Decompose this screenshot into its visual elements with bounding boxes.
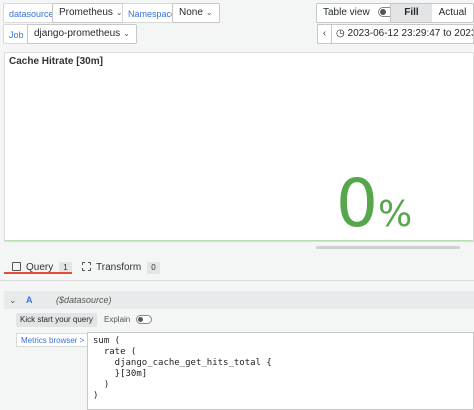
toggle-switch-icon xyxy=(136,315,153,325)
chevron-down-icon: ⌄ xyxy=(205,8,213,17)
query-ref-id: A xyxy=(26,295,33,305)
tab-transform-count: 0 xyxy=(147,262,160,274)
metrics-browser-button[interactable]: Metrics browser > xyxy=(16,333,90,347)
panel-resize-scrollbar[interactable] xyxy=(316,246,460,249)
stat-number: 0 xyxy=(336,165,378,242)
datasource-select[interactable]: Prometheus ⌄ xyxy=(52,3,130,23)
panel-title: Cache Hitrate [30m] xyxy=(9,56,103,67)
variable-label-job: Job xyxy=(3,24,30,44)
chevron-down-icon: ⌄ xyxy=(123,29,130,38)
fill-actual-segmented: Fill Actual xyxy=(390,3,474,23)
variables-bar: datasource Prometheus ⌄ Namespace None ⌄ J… xyxy=(0,0,474,50)
chevron-left-icon[interactable]: ‹ xyxy=(318,25,332,43)
clock-icon: ◷ xyxy=(336,28,345,39)
tab-transform-label: Transform xyxy=(96,262,142,273)
panel-preview: Cache Hitrate [30m] 0% xyxy=(4,52,474,242)
job-select[interactable]: django-prometheus ⌄ xyxy=(27,24,137,44)
database-icon xyxy=(12,262,21,271)
tab-transform[interactable]: Transform 0 xyxy=(82,262,160,274)
transform-icon xyxy=(82,262,91,271)
namespace-value: None xyxy=(179,7,203,18)
table-view-label: Table view xyxy=(323,7,370,18)
time-range-text: 2023-06-12 23:29:47 to 2023-06 xyxy=(347,28,473,39)
stat-unit: % xyxy=(378,194,413,235)
kick-start-button[interactable]: Kick start your query xyxy=(16,313,97,327)
explain-label: Explain xyxy=(104,315,131,324)
explain-toggle[interactable]: Explain xyxy=(104,313,153,327)
active-tab-indicator xyxy=(4,272,72,274)
stat-value: 0% xyxy=(336,171,412,248)
time-range-picker[interactable]: ‹ ◷ 2023-06-12 23:29:47 to 2023-06 xyxy=(317,24,474,44)
query-expression-input[interactable]: sum ( rate ( django_cache_get_hits_total… xyxy=(87,332,474,410)
datasource-value: Prometheus xyxy=(59,7,113,18)
namespace-select[interactable]: None ⌄ xyxy=(172,3,220,23)
query-editor: ⌄ A ($datasource) Kick start your query … xyxy=(0,280,474,410)
chevron-down-icon[interactable]: ⌄ xyxy=(9,291,17,309)
query-row-header[interactable]: ⌄ A ($datasource) xyxy=(4,291,474,309)
actual-button[interactable]: Actual xyxy=(432,4,473,22)
panel-bottom-line xyxy=(5,240,473,241)
query-datasource: ($datasource) xyxy=(56,295,112,305)
fill-button[interactable]: Fill xyxy=(391,4,432,22)
job-value: django-prometheus xyxy=(34,28,121,39)
